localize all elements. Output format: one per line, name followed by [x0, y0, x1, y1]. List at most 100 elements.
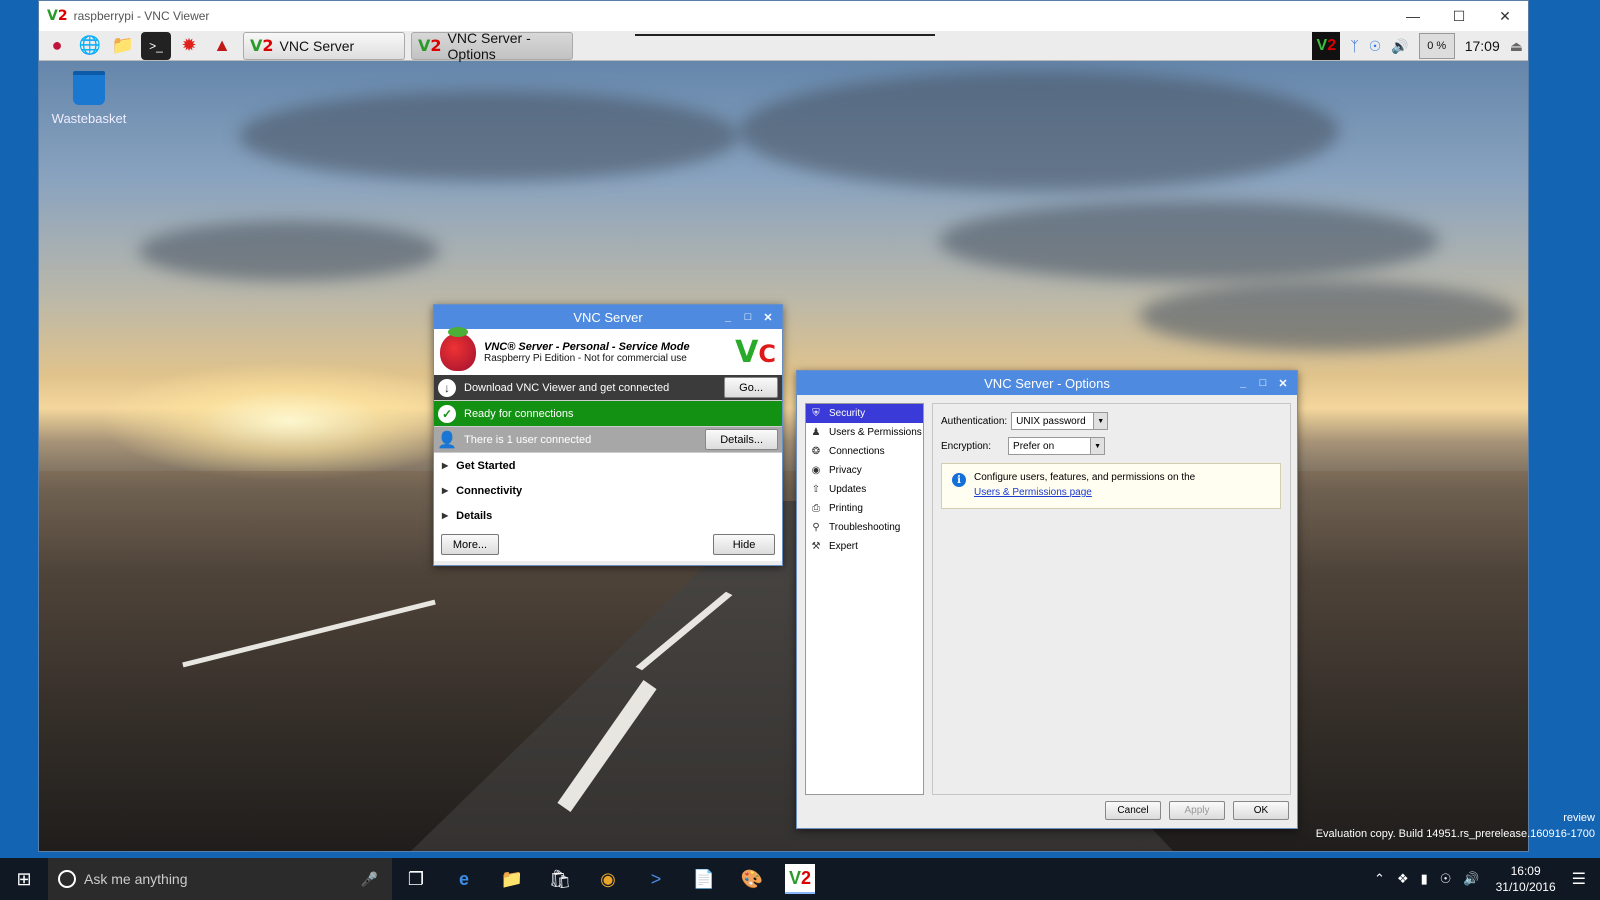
eject-icon[interactable]: ⏏ [1510, 38, 1523, 55]
section-connectivity[interactable]: ▶ Connectivity [434, 478, 782, 503]
authentication-label: Authentication: [941, 415, 1008, 427]
store-icon[interactable]: 🛍 [536, 858, 584, 900]
apply-button[interactable]: Apply [1169, 801, 1225, 820]
watermark-build: Evaluation copy. Build 14951.rs_prerelea… [1315, 828, 1595, 840]
desktop-icon-wastebasket[interactable]: Wastebasket [47, 71, 131, 126]
go-button[interactable]: Go... [724, 377, 778, 398]
sidebar-item-users-permissions[interactable]: ♟ Users & Permissions [806, 423, 923, 442]
vnc-server-window: VNC Server _ □ ✕ VNC® Server - Personal … [433, 304, 783, 566]
cortana-search[interactable]: Ask me anything 🎤 [48, 858, 392, 900]
sidebar-item-security[interactable]: ⛨ Security [806, 404, 923, 423]
taskbar-vnc-server-options[interactable]: V2 VNC Server - Options [411, 31, 573, 62]
sidebar-item-expert[interactable]: ⚒ Expert [806, 537, 923, 556]
raspberry-menu-icon[interactable]: ● [42, 32, 72, 60]
download-row: ↓ Download VNC Viewer and get connected … [434, 375, 782, 401]
search-placeholder: Ask me anything [84, 871, 188, 887]
printer-icon: ⎙ [812, 503, 820, 514]
volume-icon[interactable]: 🔊 [1391, 38, 1408, 55]
maximize-button[interactable]: ☐ [1436, 1, 1482, 31]
vnc-logo-icon: VC [735, 334, 776, 370]
sidebar-item-printing[interactable]: ⎙ Printing [806, 499, 923, 518]
section-details[interactable]: ▶ Details [434, 503, 782, 528]
notepad-icon[interactable]: 📄 [680, 858, 728, 900]
download-icon: ↓ [438, 378, 456, 397]
title-input-strip [635, 31, 935, 36]
section-get-started[interactable]: ▶ Get Started [434, 453, 782, 478]
windows-taskbar: ⊞ Ask me anything 🎤 ❐ e 📁 🛍 ◉ > 📄 🎨 V2 ⌃… [0, 858, 1600, 900]
wifi-icon[interactable]: ☉ [1369, 38, 1382, 55]
viewer-titlebar[interactable]: V2 raspberrypi - VNC Viewer [39, 1, 1528, 31]
checkmark-icon: ✓ [438, 404, 456, 423]
microphone-icon[interactable]: 🎤 [361, 871, 378, 888]
powershell-icon[interactable]: > [632, 858, 680, 900]
pi-taskbar: ● 🌐 📁 >_ ✹ ▲ V2 VNC Server V2 VNC Server… [39, 31, 1528, 62]
chrome-icon[interactable]: ◉ [584, 858, 632, 900]
watermark-review: review [1563, 812, 1595, 824]
mathematica-icon[interactable]: ▲ [207, 32, 237, 60]
taskbar-vnc-server[interactable]: V2 VNC Server [243, 31, 405, 60]
sidebar-item-updates[interactable]: ⇧ Updates [806, 480, 923, 499]
details-button[interactable]: Details... [705, 429, 778, 450]
product-name: VNC® Server - Personal - Service Mode [484, 340, 690, 353]
connections-icon: ❂ [811, 446, 821, 457]
user-icon: 👤 [437, 431, 457, 449]
volume-icon[interactable]: 🔊 [1463, 871, 1479, 887]
close-button[interactable]: ✕ [1273, 377, 1293, 390]
pi-clock[interactable]: 17:09 [1465, 38, 1500, 54]
edge-icon[interactable]: e [440, 858, 488, 900]
users-row: 👤 There is 1 user connected Details... [434, 427, 782, 453]
maximize-button[interactable]: □ [738, 311, 758, 323]
maximize-button[interactable]: □ [1253, 377, 1273, 389]
more-button[interactable]: More... [441, 534, 499, 555]
paint-icon[interactable]: 🎨 [728, 858, 776, 900]
minimize-button[interactable]: _ [718, 311, 738, 323]
sunset-glow [99, 361, 479, 481]
wifi-icon[interactable]: ☉ [1440, 871, 1452, 887]
vnc-viewer-taskbar-icon[interactable]: V2 [785, 864, 815, 894]
sidebar-item-troubleshooting[interactable]: ⚲ Troubleshooting [806, 518, 923, 537]
action-center-icon[interactable]: ☰ [1572, 869, 1586, 889]
network-share-icon[interactable]: ❖ [1397, 871, 1409, 887]
shield-icon: ⛨ [812, 408, 820, 419]
wrench-icon: ⚒ [811, 541, 821, 552]
vnc-options-titlebar[interactable]: VNC Server - Options _ □ ✕ [797, 371, 1297, 395]
cancel-button[interactable]: Cancel [1105, 801, 1161, 820]
wolfram-icon[interactable]: ✹ [174, 32, 204, 60]
users-permissions-link[interactable]: Users & Permissions page [974, 487, 1272, 498]
vnc-tray-icon[interactable]: V2 [1312, 32, 1341, 60]
terminal-icon[interactable]: >_ [141, 31, 171, 60]
sidebar-item-connections[interactable]: ❂ Connections [806, 442, 923, 461]
minimize-button[interactable]: _ [1233, 377, 1253, 389]
encryption-label: Encryption: [941, 440, 992, 452]
security-panel: Authentication: UNIX password ▼ Encrypti… [932, 403, 1291, 795]
chevron-down-icon[interactable]: ▼ [1093, 413, 1108, 429]
sidebar-item-privacy[interactable]: ◉ Privacy [806, 461, 923, 480]
close-button[interactable]: ✕ [1482, 1, 1528, 31]
status-row: ✓ Ready for connections [434, 401, 782, 427]
windows-start-icon[interactable]: ⊞ [0, 858, 48, 900]
expand-arrow-icon: ▶ [442, 511, 449, 520]
chevron-up-icon[interactable]: ⌃ [1374, 871, 1385, 887]
globe-icon[interactable]: 🌐 [75, 32, 105, 60]
folder-icon[interactable]: 📁 [108, 32, 138, 60]
minimize-button[interactable]: — [1390, 1, 1436, 31]
windows-clock[interactable]: 16:09 31/10/2016 [1496, 863, 1556, 895]
bluetooth-icon[interactable]: ᛉ [1350, 38, 1358, 54]
task-view-icon[interactable]: ❐ [392, 858, 440, 900]
hide-button[interactable]: Hide [713, 534, 775, 555]
info-icon: i [952, 473, 966, 487]
vnc-icon: V2 [418, 36, 442, 55]
pi-desktop: ● 🌐 📁 >_ ✹ ▲ V2 VNC Server V2 VNC Server… [39, 31, 1528, 851]
close-button[interactable]: ✕ [758, 311, 778, 324]
user-icon: ♟ [811, 427, 821, 438]
authentication-select[interactable]: UNIX password ▼ [1011, 412, 1109, 430]
ok-button[interactable]: OK [1233, 801, 1289, 820]
chevron-down-icon[interactable]: ▼ [1090, 438, 1105, 454]
battery-icon[interactable]: ▮ [1421, 871, 1428, 887]
encryption-select[interactable]: Prefer on ▼ [1008, 437, 1106, 455]
vnc-server-titlebar[interactable]: VNC Server _ □ ✕ [434, 305, 782, 329]
vnc-viewer-window: V2 raspberrypi - VNC Viewer — ☐ ✕ ● 🌐 📁 … [38, 0, 1529, 852]
authentication-field: Authentication: UNIX password ▼ [941, 412, 1109, 430]
file-explorer-icon[interactable]: 📁 [488, 858, 536, 900]
magnifier-icon: ⚲ [812, 522, 820, 533]
